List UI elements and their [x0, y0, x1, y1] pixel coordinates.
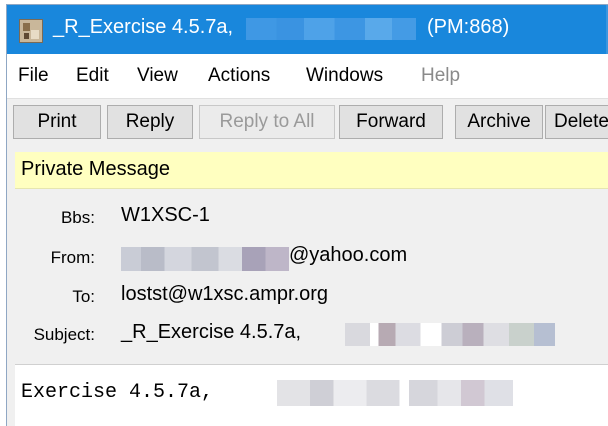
window-title: _R_Exercise 4.5.7a, — [53, 16, 234, 38]
app-icon-detail — [31, 30, 39, 39]
redacted-body-text — [277, 380, 513, 406]
reply-to-all-button[interactable]: Reply to All — [199, 105, 335, 139]
to-label: To: — [72, 287, 95, 306]
subject-label: Subject: — [33, 325, 95, 344]
forward-button[interactable]: Forward — [339, 105, 443, 139]
print-button[interactable]: Print — [13, 105, 101, 139]
redacted-sender — [121, 247, 289, 271]
private-message-banner: Private Message — [15, 152, 608, 189]
from-label: From: — [50, 248, 95, 267]
window-title-id: (PM:868) — [427, 16, 510, 38]
bbs-value: W1XSC-1 — [121, 204, 210, 226]
to-value: lostst@w1xsc.ampr.org — [121, 283, 329, 305]
menu-file[interactable]: File — [18, 65, 49, 87]
archive-button[interactable]: Archive — [455, 105, 543, 139]
app-window: _R_Exercise 4.5.7a, (PM:868) File Edit V… — [6, 4, 608, 426]
banner-label: Private Message — [21, 158, 170, 180]
bbs-label: Bbs: — [60, 208, 95, 227]
redacted-subject — [345, 323, 555, 346]
menu-edit[interactable]: Edit — [76, 65, 109, 87]
from-value: @yahoo.com — [289, 244, 408, 266]
toolbar: Print Reply Reply to All Forward Archive… — [7, 99, 608, 148]
menu-windows[interactable]: Windows — [306, 65, 383, 87]
message-body-text: Exercise 4.5.7a, — [21, 381, 214, 404]
app-icon-detail — [24, 33, 29, 39]
title-bar[interactable]: _R_Exercise 4.5.7a, (PM:868) — [7, 5, 608, 54]
menu-view[interactable]: View — [137, 65, 178, 87]
menu-bar: File Edit View Actions Windows Help — [7, 54, 608, 99]
message-body[interactable]: Exercise 4.5.7a, — [15, 364, 608, 426]
delete-button[interactable]: Delete — [545, 105, 608, 139]
subject-value: _R_Exercise 4.5.7a, — [121, 321, 302, 343]
reply-button[interactable]: Reply — [107, 105, 193, 139]
menu-actions[interactable]: Actions — [208, 65, 270, 87]
app-icon-detail — [23, 23, 30, 31]
menu-help[interactable]: Help — [421, 65, 460, 87]
app-icon[interactable] — [19, 19, 43, 43]
redacted-title-text — [246, 18, 416, 40]
